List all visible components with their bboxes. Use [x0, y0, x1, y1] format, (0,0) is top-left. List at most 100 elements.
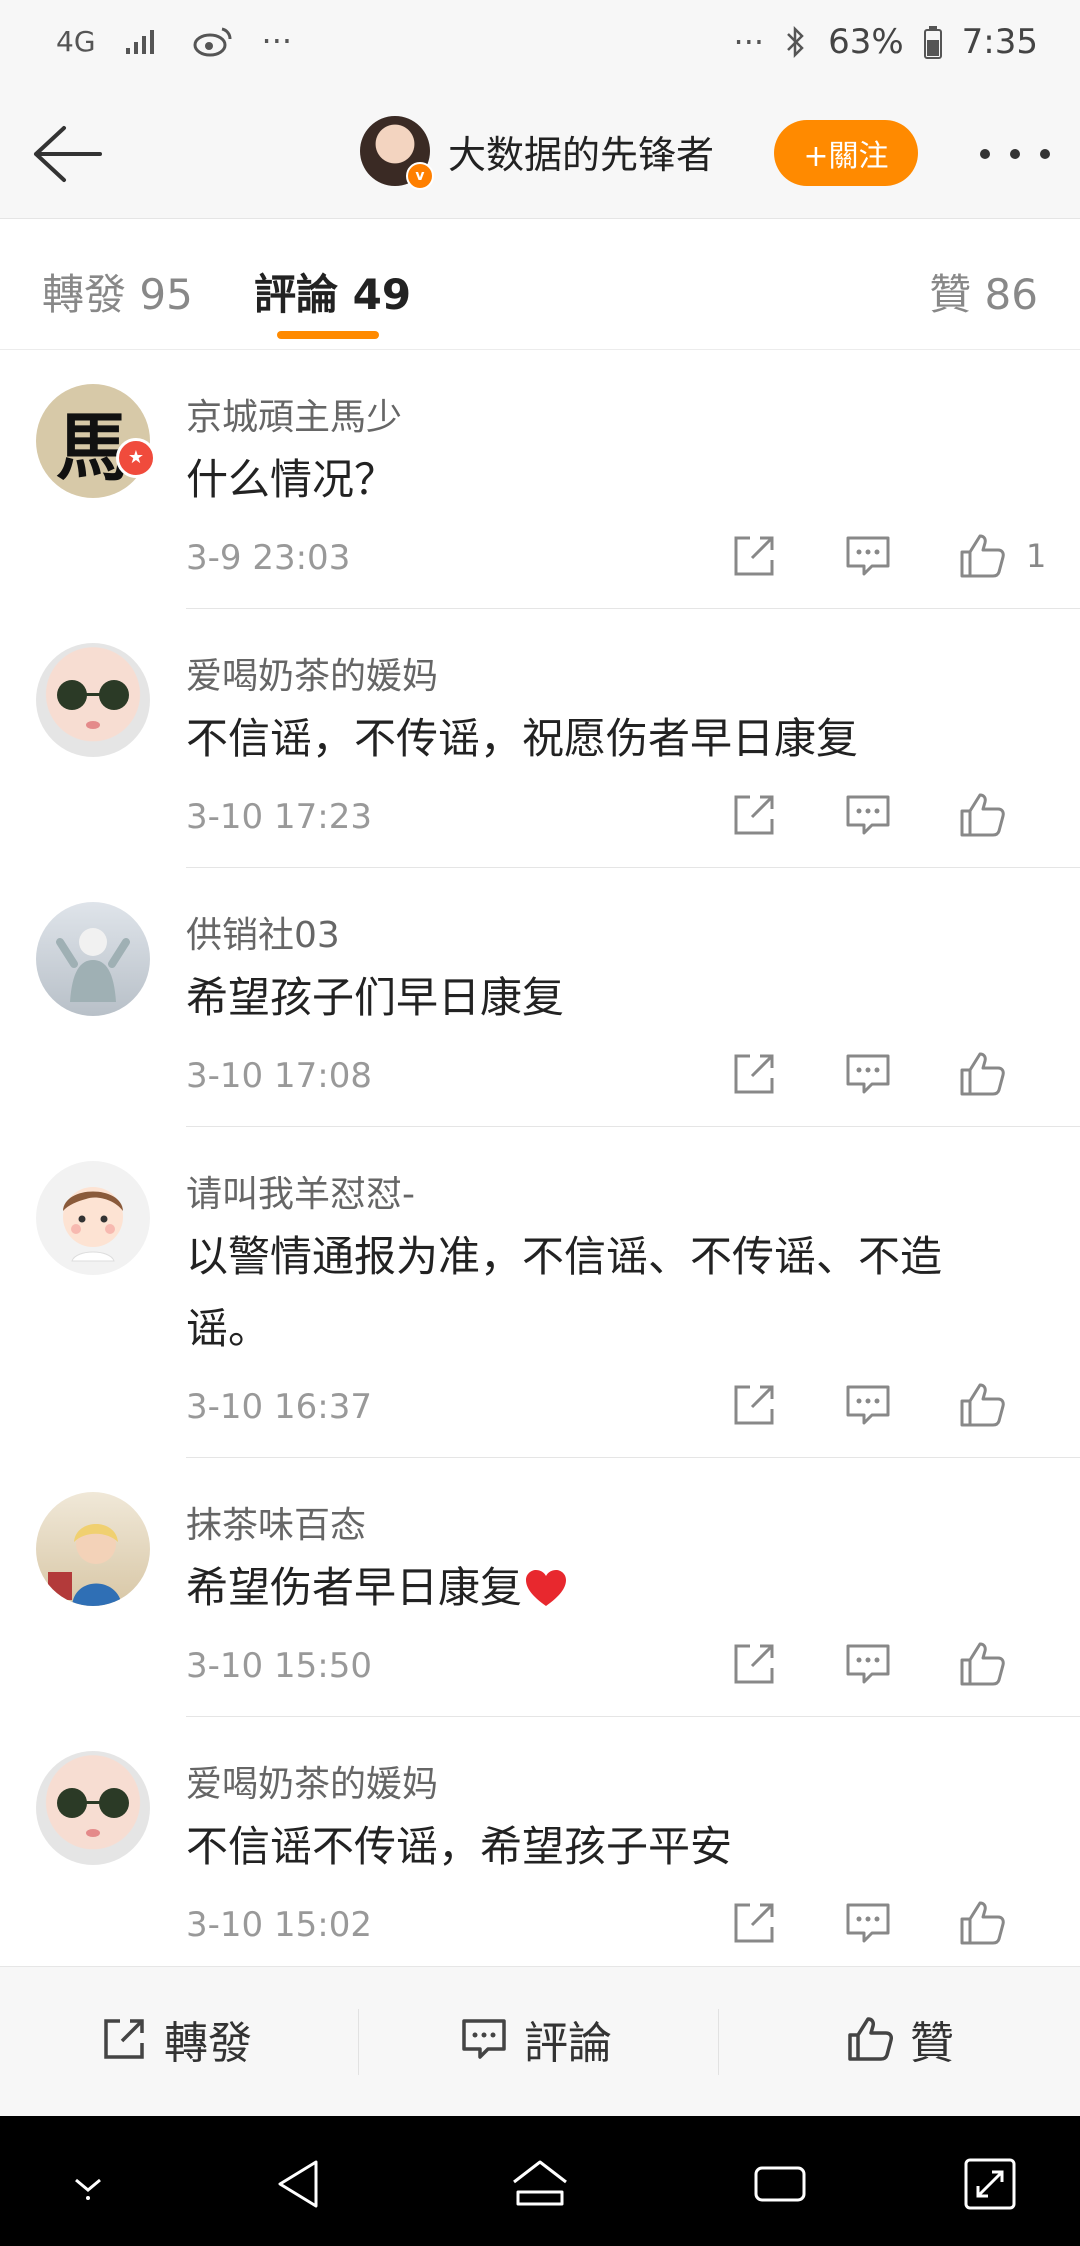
comment-text: 希望孩子们早日康复: [186, 973, 565, 1022]
like-icon[interactable]: [956, 1638, 1008, 1690]
bottom-action-bar: 轉發 評論 贊: [0, 1966, 1080, 2117]
header-user[interactable]: v 大数据的先锋者: [360, 116, 714, 190]
header-username[interactable]: 大数据的先锋者: [448, 124, 714, 179]
comment-icon: [462, 2019, 506, 2059]
comment-icon[interactable]: [842, 1897, 894, 1949]
comment-item: 爱喝奶茶的媛妈 不信谣不传谣，希望孩子平安 3-10 15:02: [0, 1717, 1080, 1976]
comment-author[interactable]: 供销社03: [186, 906, 340, 958]
separator: [718, 2009, 719, 2075]
comment-author[interactable]: 请叫我羊怼怼-: [186, 1165, 415, 1217]
home-nav-icon[interactable]: [508, 2152, 572, 2216]
comment-actions: [666, 789, 1046, 841]
comment-item: 馬 ★ 京城頑主馬少 什么情况？ 3-9 23:03 1: [0, 350, 1080, 609]
tab-comments[interactable]: 評論 49: [254, 261, 411, 322]
comment-icon[interactable]: [842, 530, 894, 582]
share-icon[interactable]: [728, 1048, 780, 1100]
more-options-icon[interactable]: [980, 130, 1050, 178]
status-dots-left: ···: [261, 22, 293, 60]
comment-icon[interactable]: [842, 789, 894, 841]
comment-time: 3-10 17:08: [186, 1056, 372, 1096]
comment-author[interactable]: 爱喝奶茶的媛妈: [186, 647, 438, 699]
avatar[interactable]: [36, 902, 150, 1016]
comment-author[interactable]: 爱喝奶茶的媛妈: [186, 1755, 438, 1807]
recents-nav-icon[interactable]: [748, 2152, 812, 2216]
share-icon: [104, 2019, 144, 2059]
comment-icon[interactable]: [842, 1638, 894, 1690]
like-icon: [848, 2017, 893, 2061]
more-dot: [980, 149, 990, 159]
clock: 7:35: [961, 22, 1038, 62]
comment-item: 供销社03 希望孩子们早日康复 3-10 17:08: [0, 868, 1080, 1127]
share-icon[interactable]: [728, 789, 780, 841]
like-icon[interactable]: [956, 1379, 1008, 1431]
repost-button[interactable]: 轉發: [98, 2007, 252, 2071]
status-left: 4G ···: [56, 22, 292, 60]
comment-actions: [666, 1048, 1046, 1100]
comment-list: 馬 ★ 京城頑主馬少 什么情况？ 3-9 23:03 1 爱喝奶茶的媛妈 不信谣…: [0, 350, 1080, 1976]
comment-author[interactable]: 京城頑主馬少: [186, 388, 402, 440]
status-bar: 4G ··· ··· 63% 7:35: [0, 0, 1080, 90]
status-right: ··· 63% 7:35: [734, 22, 1038, 62]
person-in-snow-icon: [56, 928, 130, 1002]
comment-item: 请叫我羊怼怼- 以警情通报为准，不信谣、不传谣、不造谣。 3-10 16:37: [0, 1127, 1080, 1458]
more-dot: [1010, 149, 1020, 159]
expand-nav-icon[interactable]: [958, 2152, 1022, 2216]
like-button[interactable]: 贊: [844, 2007, 954, 2071]
comment-text-content: 希望伤者早日康复: [186, 1563, 523, 1612]
comment-actions: [666, 1638, 1046, 1690]
avatar[interactable]: [36, 643, 150, 757]
comment-icon[interactable]: [842, 1048, 894, 1100]
comment-icon[interactable]: [842, 1379, 894, 1431]
tab-repost[interactable]: 轉發 95: [42, 261, 193, 322]
comment-actions: 1: [666, 530, 1046, 582]
comment-button[interactable]: 評論: [458, 2007, 612, 2071]
sunglasses-baby-icon: [57, 1788, 129, 1837]
comment-actions: [666, 1897, 1046, 1949]
tab-likes[interactable]: 贊 86: [929, 261, 1038, 322]
comment-time: 3-10 15:02: [186, 1905, 372, 1945]
back-nav-icon[interactable]: [268, 2152, 332, 2216]
comment-text: 不信谣，不传谣，祝愿伤者早日康复: [186, 714, 859, 763]
like-label: 贊: [910, 2018, 954, 2069]
comment-author[interactable]: 抹茶味百态: [186, 1496, 366, 1548]
like-count: 1: [1026, 537, 1047, 575]
comment-time: 3-9 23:03: [186, 538, 351, 578]
avatar[interactable]: [36, 1492, 150, 1606]
system-nav-bar: [0, 2116, 1080, 2246]
signal-icon: [125, 30, 154, 54]
weibo-icon: [193, 27, 232, 57]
bluetooth-icon: [787, 25, 804, 59]
network-label: 4G: [56, 24, 96, 58]
share-icon[interactable]: [728, 1379, 780, 1431]
battery-icon: [923, 26, 942, 59]
more-dot: [1040, 149, 1050, 159]
comment-text: 不信谣不传谣，希望孩子平安: [186, 1822, 733, 1871]
avatar[interactable]: [36, 1751, 150, 1865]
separator: [358, 2009, 359, 2075]
like-icon[interactable]: [956, 1048, 1008, 1100]
avatar[interactable]: [36, 1161, 150, 1275]
like-icon[interactable]: [956, 789, 1008, 841]
avatar-calligraphy: 馬: [56, 404, 130, 491]
comment-time: 3-10 16:37: [186, 1387, 372, 1427]
comment-text: 什么情况？: [186, 455, 397, 504]
comment-text: 希望伤者早日康复: [186, 1552, 1016, 1624]
like-icon[interactable]: [956, 530, 1008, 582]
sunglasses-baby-icon: [57, 680, 129, 729]
comment-actions: [666, 1379, 1046, 1431]
cartoon-child-icon: [63, 1187, 123, 1262]
vip-badge-icon: ★: [116, 438, 156, 478]
header: v 大数据的先锋者 +關注: [0, 90, 1080, 219]
hide-keyboard-icon[interactable]: [56, 2152, 120, 2216]
share-icon[interactable]: [728, 1897, 780, 1949]
back-arrow-icon[interactable]: [28, 120, 104, 188]
comment-time: 3-10 15:50: [186, 1646, 372, 1686]
comment-item: 爱喝奶茶的媛妈 不信谣，不传谣，祝愿伤者早日康复 3-10 17:23: [0, 609, 1080, 868]
active-tab-indicator: [277, 331, 379, 339]
like-icon[interactable]: [956, 1897, 1008, 1949]
share-icon[interactable]: [728, 530, 780, 582]
header-avatar[interactable]: v: [360, 116, 434, 190]
share-icon[interactable]: [728, 1638, 780, 1690]
follow-button[interactable]: +關注: [774, 120, 918, 186]
comment-item: 抹茶味百态 希望伤者早日康复 3-10 15:50: [0, 1458, 1080, 1717]
